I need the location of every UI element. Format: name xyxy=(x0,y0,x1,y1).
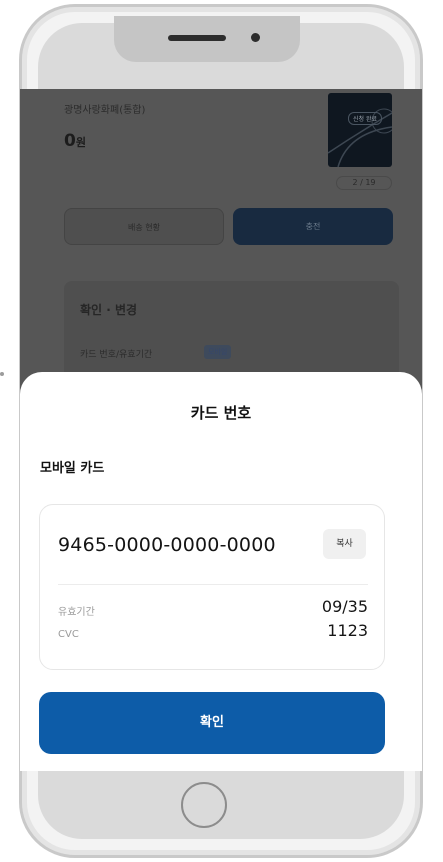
divider xyxy=(58,584,368,585)
expiry-value: 09/35 xyxy=(321,597,368,616)
side-mark xyxy=(0,372,4,376)
cvc-value: 1123 xyxy=(327,621,368,640)
mobile-card-label: 모바일 카드 xyxy=(40,461,105,476)
card-pattern-icon xyxy=(328,108,392,167)
home-button[interactable] xyxy=(181,782,227,828)
history-button[interactable]: 배송 현황 xyxy=(64,208,224,245)
card-status-badge: 신청 완료 xyxy=(348,112,382,125)
card-info-box: 9465-0000-0000-0000 복사 유효기간 09/35 CVC 11… xyxy=(39,504,385,670)
product-name: 광명사랑화폐(통합) xyxy=(64,105,146,116)
speaker-icon xyxy=(168,35,226,41)
card-image[interactable]: 신청 완료 xyxy=(328,93,392,167)
info-section-title: 확인 · 변경 xyxy=(80,303,138,317)
cvc-label: CVC xyxy=(58,629,79,640)
camera-icon xyxy=(251,33,260,42)
copy-button[interactable]: 복사 xyxy=(323,529,366,559)
confirm-button[interactable]: 확인 xyxy=(39,692,385,754)
card-pager: 2 / 19 xyxy=(336,176,392,190)
mobile-tag: 모바일 xyxy=(204,345,232,359)
card-number-sheet: 카드 번호 모바일 카드 9465-0000-0000-0000 복사 유효기간… xyxy=(20,372,422,771)
charge-button[interactable]: 충전 xyxy=(233,208,393,245)
expiry-label: 유효기간 xyxy=(58,607,95,618)
phone-notch xyxy=(114,16,300,62)
card-info-row-label[interactable]: 카드 번호/유효기간 xyxy=(80,347,152,360)
balance-amount: 0원 xyxy=(64,131,86,151)
app-screen: 광명사랑화폐(통합) 0원 신청 완료 2 / 19 배송 현황 충전 확인 ·… xyxy=(20,89,422,771)
card-number-text: 9465-0000-0000-0000 xyxy=(58,534,276,556)
sheet-title: 카드 번호 xyxy=(190,404,252,422)
balance-value: 0 xyxy=(64,131,76,151)
balance-unit: 원 xyxy=(75,136,86,149)
